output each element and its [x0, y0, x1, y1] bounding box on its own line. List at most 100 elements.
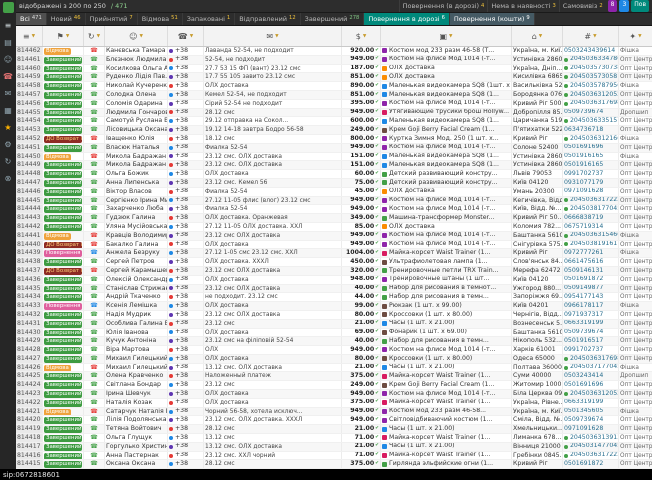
status-badge[interactable]: Завершений	[44, 189, 82, 196]
call-icon[interactable]: ☎	[84, 197, 105, 205]
order-row[interactable]: 814449Завершений☎Микола Бадражан+3823.12…	[16, 161, 652, 170]
filter-icon[interactable]: ▼	[539, 34, 542, 39]
order-row[interactable]: 814454Завершений☎Самотуй Руслана Во...+3…	[16, 117, 652, 126]
call-icon[interactable]: ☎	[84, 144, 105, 152]
call-icon[interactable]: ☎	[84, 117, 105, 125]
calls-icon[interactable]: ☎	[3, 72, 13, 81]
order-row[interactable]: 814448Завершений☎Ольга Божик+38ОЛХ доста…	[16, 170, 652, 179]
status-badge[interactable]: Завершений	[44, 171, 82, 178]
call-icon[interactable]: ☎	[84, 249, 105, 257]
order-row[interactable]: 814443Завершений☎Гудзюк Галина+38ОЛХ дос…	[16, 214, 652, 223]
order-row[interactable]: 814444Завершений☎Захарченко Люба+38Фиалк…	[16, 205, 652, 214]
order-row[interactable]: 814423Завершений☎Ірина Шевчук+38ОЛХ дост…	[16, 390, 652, 399]
filter-icon[interactable]: ▼	[449, 34, 452, 39]
order-row[interactable]: 814415Завершений☎Оксана Оксана+3828.12 с…	[16, 460, 652, 469]
call-icon[interactable]: ☎	[84, 320, 105, 328]
call-icon[interactable]: ☎	[84, 390, 105, 398]
call-icon[interactable]: ☎	[84, 460, 105, 468]
status-badge[interactable]: Завершений	[44, 453, 82, 460]
call-icon[interactable]: ☎	[84, 179, 105, 187]
status-badge[interactable]: Завершений	[44, 312, 82, 319]
ttn-number[interactable]: 0634736718	[563, 126, 619, 134]
filter-icon[interactable]: ▼	[32, 34, 35, 39]
status-badge[interactable]: Завершений	[44, 338, 82, 345]
status-badge[interactable]: Завершений	[44, 330, 82, 337]
call-icon[interactable]: ☎	[84, 223, 105, 231]
status-badge[interactable]: ДО Возврат ож.	[44, 268, 82, 275]
order-row[interactable]: 814457Завершений☎Солодка Олена+38Кемел 5…	[16, 91, 652, 100]
status-badge[interactable]: Завершений	[44, 426, 82, 433]
ttn-number[interactable]: 2045035787956	[563, 82, 619, 90]
col-product[interactable]: ▣▼	[381, 26, 512, 46]
ttn-number[interactable]: 2045036317222	[563, 197, 619, 205]
status-badge[interactable]: Завершений	[44, 74, 82, 81]
status-badge[interactable]: ДО Возврат ож.	[44, 136, 82, 143]
ttn-number[interactable]: 2045037177045	[563, 364, 619, 372]
order-row[interactable]: 814436Завершений☎Олексій Олександро...+3…	[16, 276, 652, 285]
status-badge[interactable]: Відмова	[44, 365, 71, 372]
order-row[interactable]: 814425Завершений☎Олена Кравченко+38Налож…	[16, 372, 652, 381]
tab-Запаковані[interactable]: Запаковані1	[183, 13, 235, 25]
order-row[interactable]: 814445Завершений☎Сергієнко Ірина Ми...+3…	[16, 197, 652, 206]
call-icon[interactable]: ☎	[84, 188, 105, 196]
status-badge[interactable]: Завершений	[44, 400, 82, 407]
tab-Нема в наявності[interactable]: Нема в наявності3	[487, 0, 558, 12]
tab-Самовивіз[interactable]: Самовивіз2	[559, 0, 606, 12]
status-badge[interactable]: Повернення (з...	[44, 250, 82, 257]
ttn-number[interactable]: 0501691872	[563, 460, 619, 468]
order-row[interactable]: 814426Відмова☎Михаил Гилецький+3813.12 с…	[16, 364, 652, 373]
call-icon[interactable]: ☎	[84, 443, 105, 451]
tab-Повернення (в дорозі)[interactable]: Повернення (в дорозі)4	[399, 0, 488, 12]
ttn-number[interactable]: 0991702737	[563, 170, 619, 178]
tab-Всі[interactable]: Всі471	[16, 13, 47, 25]
call-icon[interactable]: ☎	[84, 258, 105, 266]
ttn-number[interactable]: 0971091628	[563, 425, 619, 433]
order-row[interactable]: 814461Завершений☎Блєзнюк Людмила А...+38…	[16, 56, 652, 65]
order-row[interactable]: 814434Завершений☎Андрій Ткаченко+38не по…	[16, 293, 652, 302]
filter-icon[interactable]: ▼	[363, 34, 366, 39]
ttn-number[interactable]: 0991702737	[563, 346, 619, 354]
status-badge[interactable]: Завершений	[44, 373, 82, 380]
order-row[interactable]: 814447Завершений☎Анна Липенська+3823.12 …	[16, 179, 652, 188]
col-actions[interactable]: ↻▼	[84, 26, 105, 46]
call-icon[interactable]: ☎	[84, 337, 105, 345]
status-badge[interactable]: Завершений	[44, 118, 82, 125]
tab-Відправлений[interactable]: Відправлений12	[235, 13, 300, 25]
filter-icon[interactable]: ▼	[275, 34, 278, 39]
status-badge[interactable]: Завершений	[44, 461, 82, 468]
call-icon[interactable]: ☎	[84, 302, 105, 310]
order-row[interactable]: 814442Завершений☎Уляна Мусійовська+3827.…	[16, 223, 652, 232]
status-badge[interactable]: Відмова	[44, 154, 71, 161]
ttn-number[interactable]: 0503243439614	[563, 47, 619, 55]
tab-Прийнятий[interactable]: Прийнятий7	[86, 13, 138, 25]
call-icon[interactable]: ☎	[84, 372, 105, 380]
col-source[interactable]: ✦▼	[619, 26, 652, 46]
call-icon[interactable]: ☎	[84, 161, 105, 169]
order-row[interactable]: 814456Завершений☎Соломія Одарина+38Сірий…	[16, 100, 652, 109]
call-icon[interactable]: ☎	[84, 276, 105, 284]
call-icon[interactable]: ☎	[84, 109, 105, 117]
orders-icon[interactable]: ▤	[4, 38, 12, 47]
call-icon[interactable]: ☎	[84, 425, 105, 433]
ttn-number[interactable]: 0509739674	[563, 416, 619, 424]
order-row[interactable]: 814431Завершений☎Особлива Галина В...+38…	[16, 320, 652, 329]
call-icon[interactable]: ☎	[84, 311, 105, 319]
filter-icon[interactable]: ▼	[190, 34, 193, 39]
order-row[interactable]: 814439Повернення (з...☎Анжела Безруку+38…	[16, 249, 652, 258]
call-icon[interactable]: ☎	[84, 82, 105, 90]
call-icon[interactable]: ☎	[84, 241, 105, 249]
ttn-number[interactable]: 0509146131	[563, 267, 619, 275]
ttn-number[interactable]: 2045036317222	[563, 452, 619, 460]
col-client[interactable]: ☺▼	[105, 26, 168, 46]
ttn-number[interactable]: 0675719314	[563, 223, 619, 231]
ttn-number[interactable]: 0972777261	[563, 249, 619, 257]
status-badge[interactable]: Завершений	[44, 435, 82, 442]
col-phone[interactable]: ☎▼	[168, 26, 204, 46]
ttn-number[interactable]: 2045036313913	[563, 434, 619, 442]
call-icon[interactable]: ☎	[84, 452, 105, 460]
status-badge[interactable]: Завершений	[44, 180, 82, 187]
status-badge[interactable]: Завершений	[44, 198, 82, 205]
ttn-number[interactable]: 0663319199	[563, 399, 619, 407]
ttn-number[interactable]: 2045038191617	[563, 241, 619, 249]
order-row[interactable]: 814422Завершений☎Наталія Козак+38ОЛХ дос…	[16, 399, 652, 408]
